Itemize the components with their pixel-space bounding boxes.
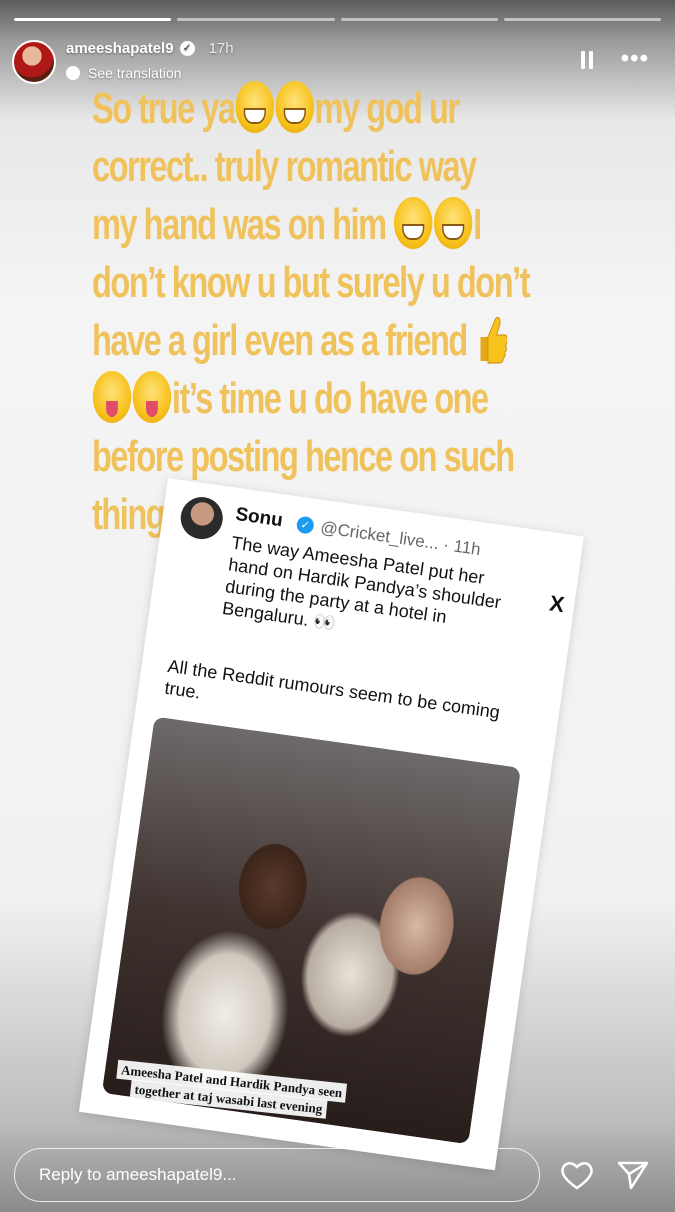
- caption-text: I: [473, 200, 482, 249]
- more-options-icon[interactable]: •••: [621, 47, 649, 71]
- story-progress-bar: [14, 18, 661, 21]
- caption-text: my hand was on him: [92, 200, 387, 249]
- grinning-face-icon: [275, 81, 314, 134]
- thumbs-up-icon: [480, 317, 507, 364]
- avatar[interactable]: [12, 40, 56, 84]
- progress-segment: [177, 18, 335, 21]
- story-header-user[interactable]: ameeshapatel9 ✓ 17h: [66, 40, 234, 57]
- progress-segment: [503, 18, 661, 21]
- grinning-face-icon: [393, 197, 433, 250]
- grinning-face-icon: [235, 81, 274, 134]
- verified-badge-icon: ✓: [179, 41, 195, 56]
- caption-text: So true ya: [92, 84, 236, 133]
- caption-text: correct.. truly romantic way: [92, 142, 477, 191]
- see-translation-link[interactable]: See translation: [66, 65, 181, 81]
- story-viewer[interactable]: ameeshapatel9 ✓ 17h See translation ••• …: [0, 0, 675, 1212]
- x-logo-icon: X: [547, 590, 566, 618]
- caption-text: before posting hence on such: [92, 432, 515, 481]
- username[interactable]: ameeshapatel9: [66, 40, 174, 57]
- tweet-photo: Ameesha Patel and Hardik Pandya seen tog…: [101, 716, 522, 1145]
- story-caption: So true ya my god ur correct.. truly roma…: [92, 80, 551, 544]
- see-translation-label: See translation: [88, 65, 182, 81]
- tweet-avatar: [178, 494, 226, 542]
- pause-icon[interactable]: [581, 51, 593, 69]
- verified-badge-icon: ✓: [295, 515, 315, 535]
- heart-icon[interactable]: [560, 1160, 594, 1190]
- grinning-face-icon: [433, 197, 473, 250]
- progress-segment: [14, 18, 172, 21]
- caption-text: don’t know u but surely u don’t: [92, 258, 531, 307]
- progress-segment: [340, 18, 498, 21]
- squinting-tongue-face-icon: [132, 371, 172, 424]
- tweet-author-name: Sonu: [234, 503, 285, 532]
- globe-icon: [66, 66, 80, 80]
- squinting-tongue-face-icon: [92, 371, 132, 424]
- story-time: 17h: [208, 40, 234, 57]
- caption-text: my god ur: [314, 84, 461, 133]
- reply-input[interactable]: Reply to ameeshapatel9...: [14, 1148, 540, 1202]
- caption-text: have a girl even as a friend: [92, 316, 468, 365]
- tweet-screenshot: Sonu ✓ @Cricket_live... · 11h X The way …: [78, 478, 584, 1171]
- send-icon[interactable]: [616, 1160, 650, 1190]
- caption-text: it’s time u do have one: [171, 374, 489, 423]
- tweet-text: The way Ameesha Patel put her hand on Ha…: [221, 532, 503, 634]
